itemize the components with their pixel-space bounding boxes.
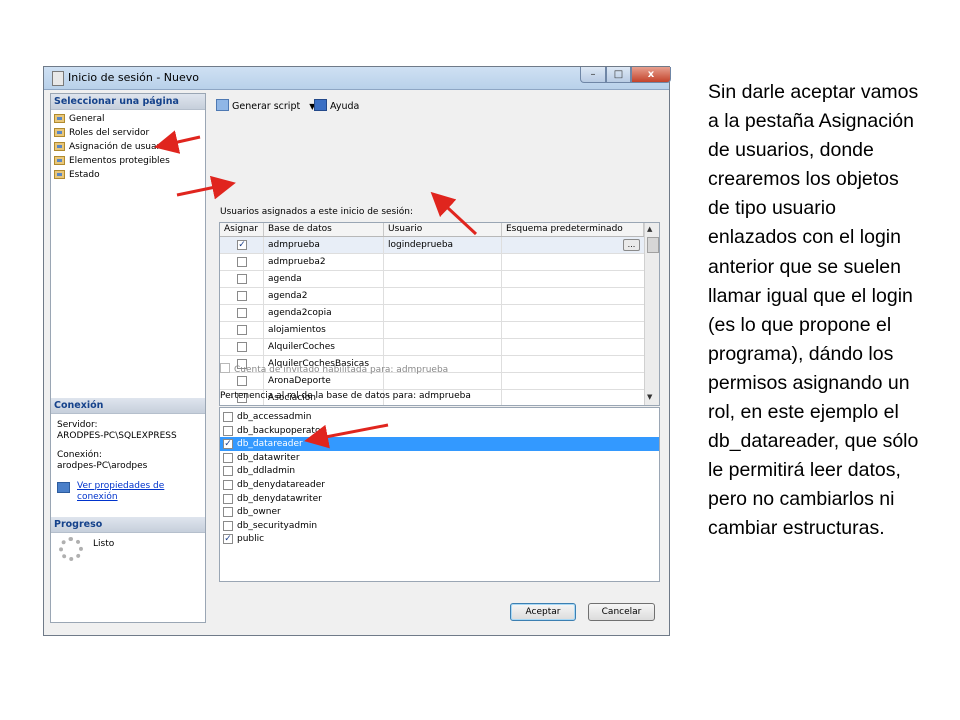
explanation-line: de tipo usuario bbox=[708, 197, 836, 220]
explanation-line: cambiar estructuras. bbox=[708, 517, 885, 540]
explanation-line: llamar igual que el login bbox=[708, 284, 913, 307]
explanation-line: rol, en este ejemplo el bbox=[708, 401, 899, 424]
explanation-line: le permitirá leer datos, bbox=[708, 459, 901, 482]
explanation-line: a la pestaña Asignación bbox=[708, 110, 914, 133]
explanation-line: enlazados con el login bbox=[708, 226, 901, 249]
explanation-line: crearemos los objetos bbox=[708, 168, 899, 191]
explanation-line: permisos asignando un bbox=[708, 371, 910, 394]
arrow-to-login-user bbox=[430, 191, 478, 236]
explanation-text: Sin darle aceptar vamos a la pestaña Asig… bbox=[708, 78, 956, 544]
explanation-line: db_datareader, que sólo bbox=[708, 430, 919, 453]
explanation-line: Sin darle aceptar vamos bbox=[708, 81, 919, 103]
explanation-line: (es lo que propone el bbox=[708, 313, 892, 336]
explanation-line: programa), dándo los bbox=[708, 342, 894, 365]
arrow-to-user-mapping bbox=[154, 130, 201, 154]
explanation-line: pero no cambiarlos ni bbox=[708, 488, 895, 511]
explanation-line: anterior que se suelen bbox=[708, 255, 901, 278]
arrow-to-assign-checkbox bbox=[176, 175, 236, 200]
explanation-line: de usuarios, donde bbox=[708, 139, 874, 162]
arrow-to-datareader bbox=[304, 423, 389, 449]
